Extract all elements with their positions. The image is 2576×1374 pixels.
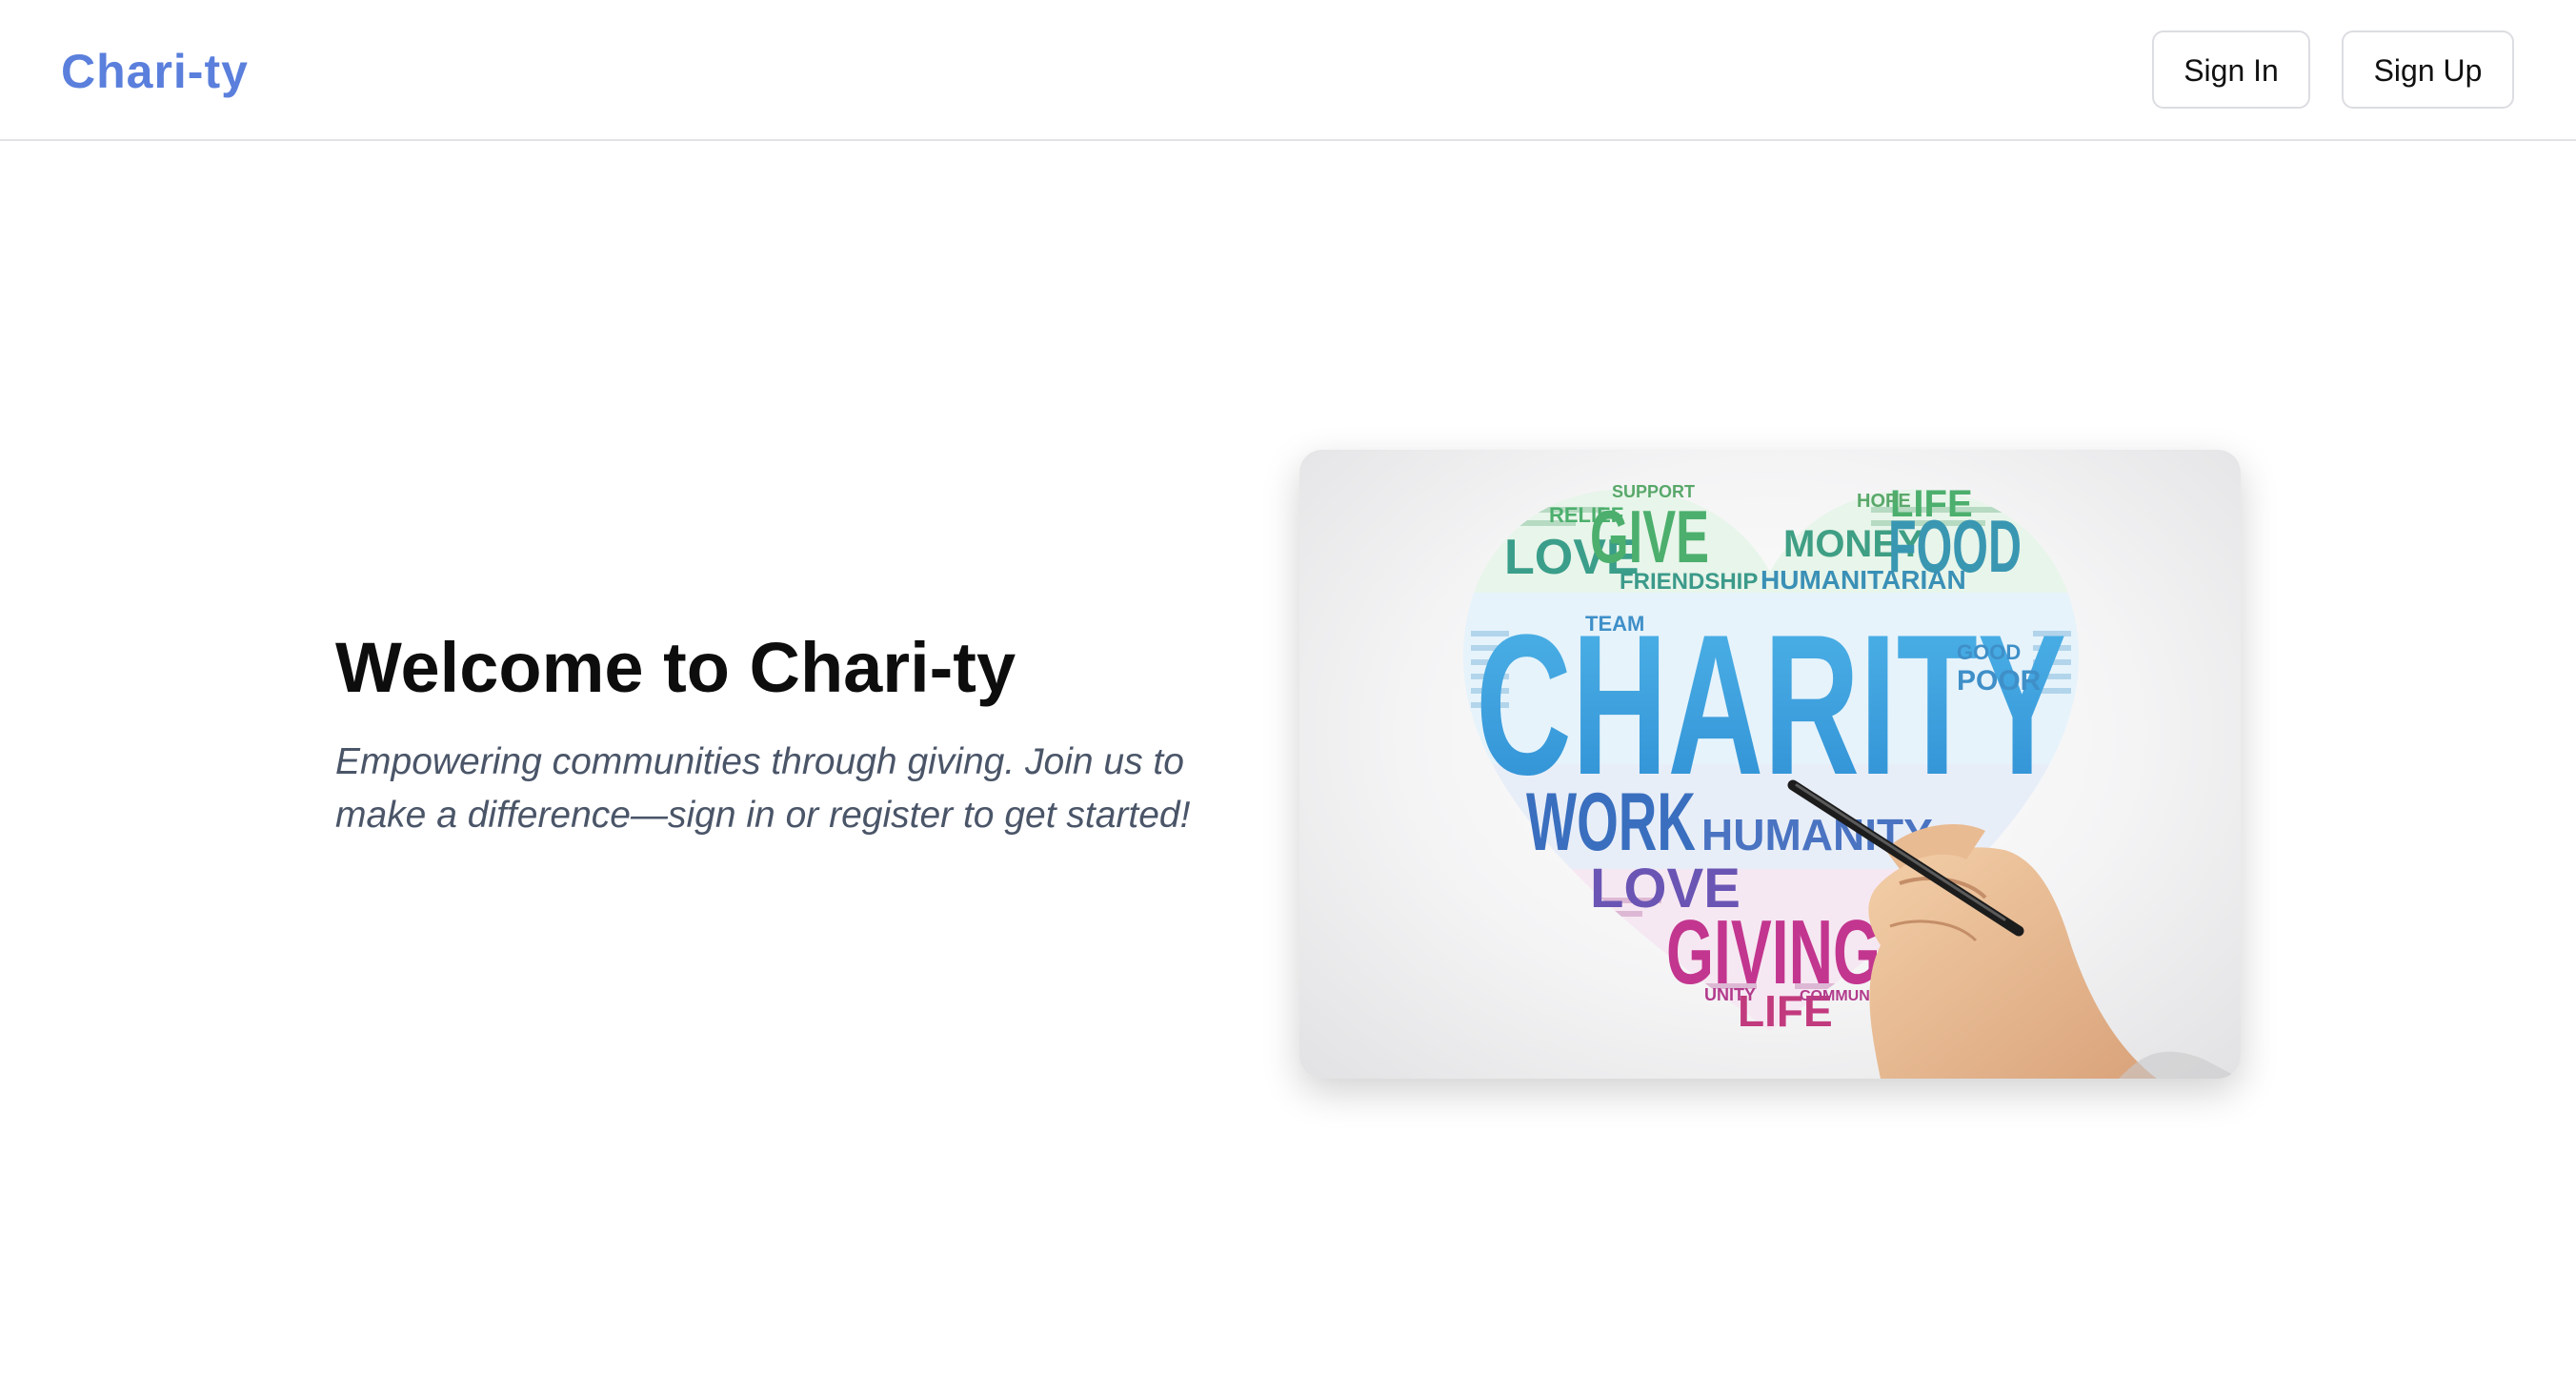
word-unity: UNITY bbox=[1704, 985, 1756, 1004]
word-hope: HOPE bbox=[1857, 491, 1911, 512]
word-relief: RELIEF bbox=[1549, 503, 1623, 527]
top-navbar: Chari-ty Sign In Sign Up bbox=[0, 0, 2576, 141]
word-support: SUPPORT bbox=[1612, 482, 1695, 501]
word-good: GOOD bbox=[1957, 640, 2021, 664]
brand-logo-text[interactable]: Chari-ty bbox=[61, 40, 249, 103]
hero-title: Welcome to Chari-ty bbox=[335, 628, 1016, 707]
word-friendship: FRIENDSHIP bbox=[1620, 569, 1758, 595]
sign-in-button[interactable]: Sign In bbox=[2152, 30, 2310, 109]
sign-up-button[interactable]: Sign Up bbox=[2342, 30, 2514, 109]
word-poor: POOR bbox=[1957, 665, 2042, 697]
hero-subtitle: Empowering communities through giving. J… bbox=[335, 741, 1191, 836]
word-humanitarian: HUMANITARIAN bbox=[1761, 565, 1966, 595]
word-team: TEAM bbox=[1585, 612, 1644, 636]
charity-heart-word-cloud-image: LOVE GIVE MONEY FOOD FRIENDSHIP HUMANITA… bbox=[1299, 450, 2241, 1079]
word-work: WORK bbox=[1526, 777, 1696, 868]
heart-word-cloud-illustration: LOVE GIVE MONEY FOOD FRIENDSHIP HUMANITA… bbox=[1462, 482, 2241, 1079]
